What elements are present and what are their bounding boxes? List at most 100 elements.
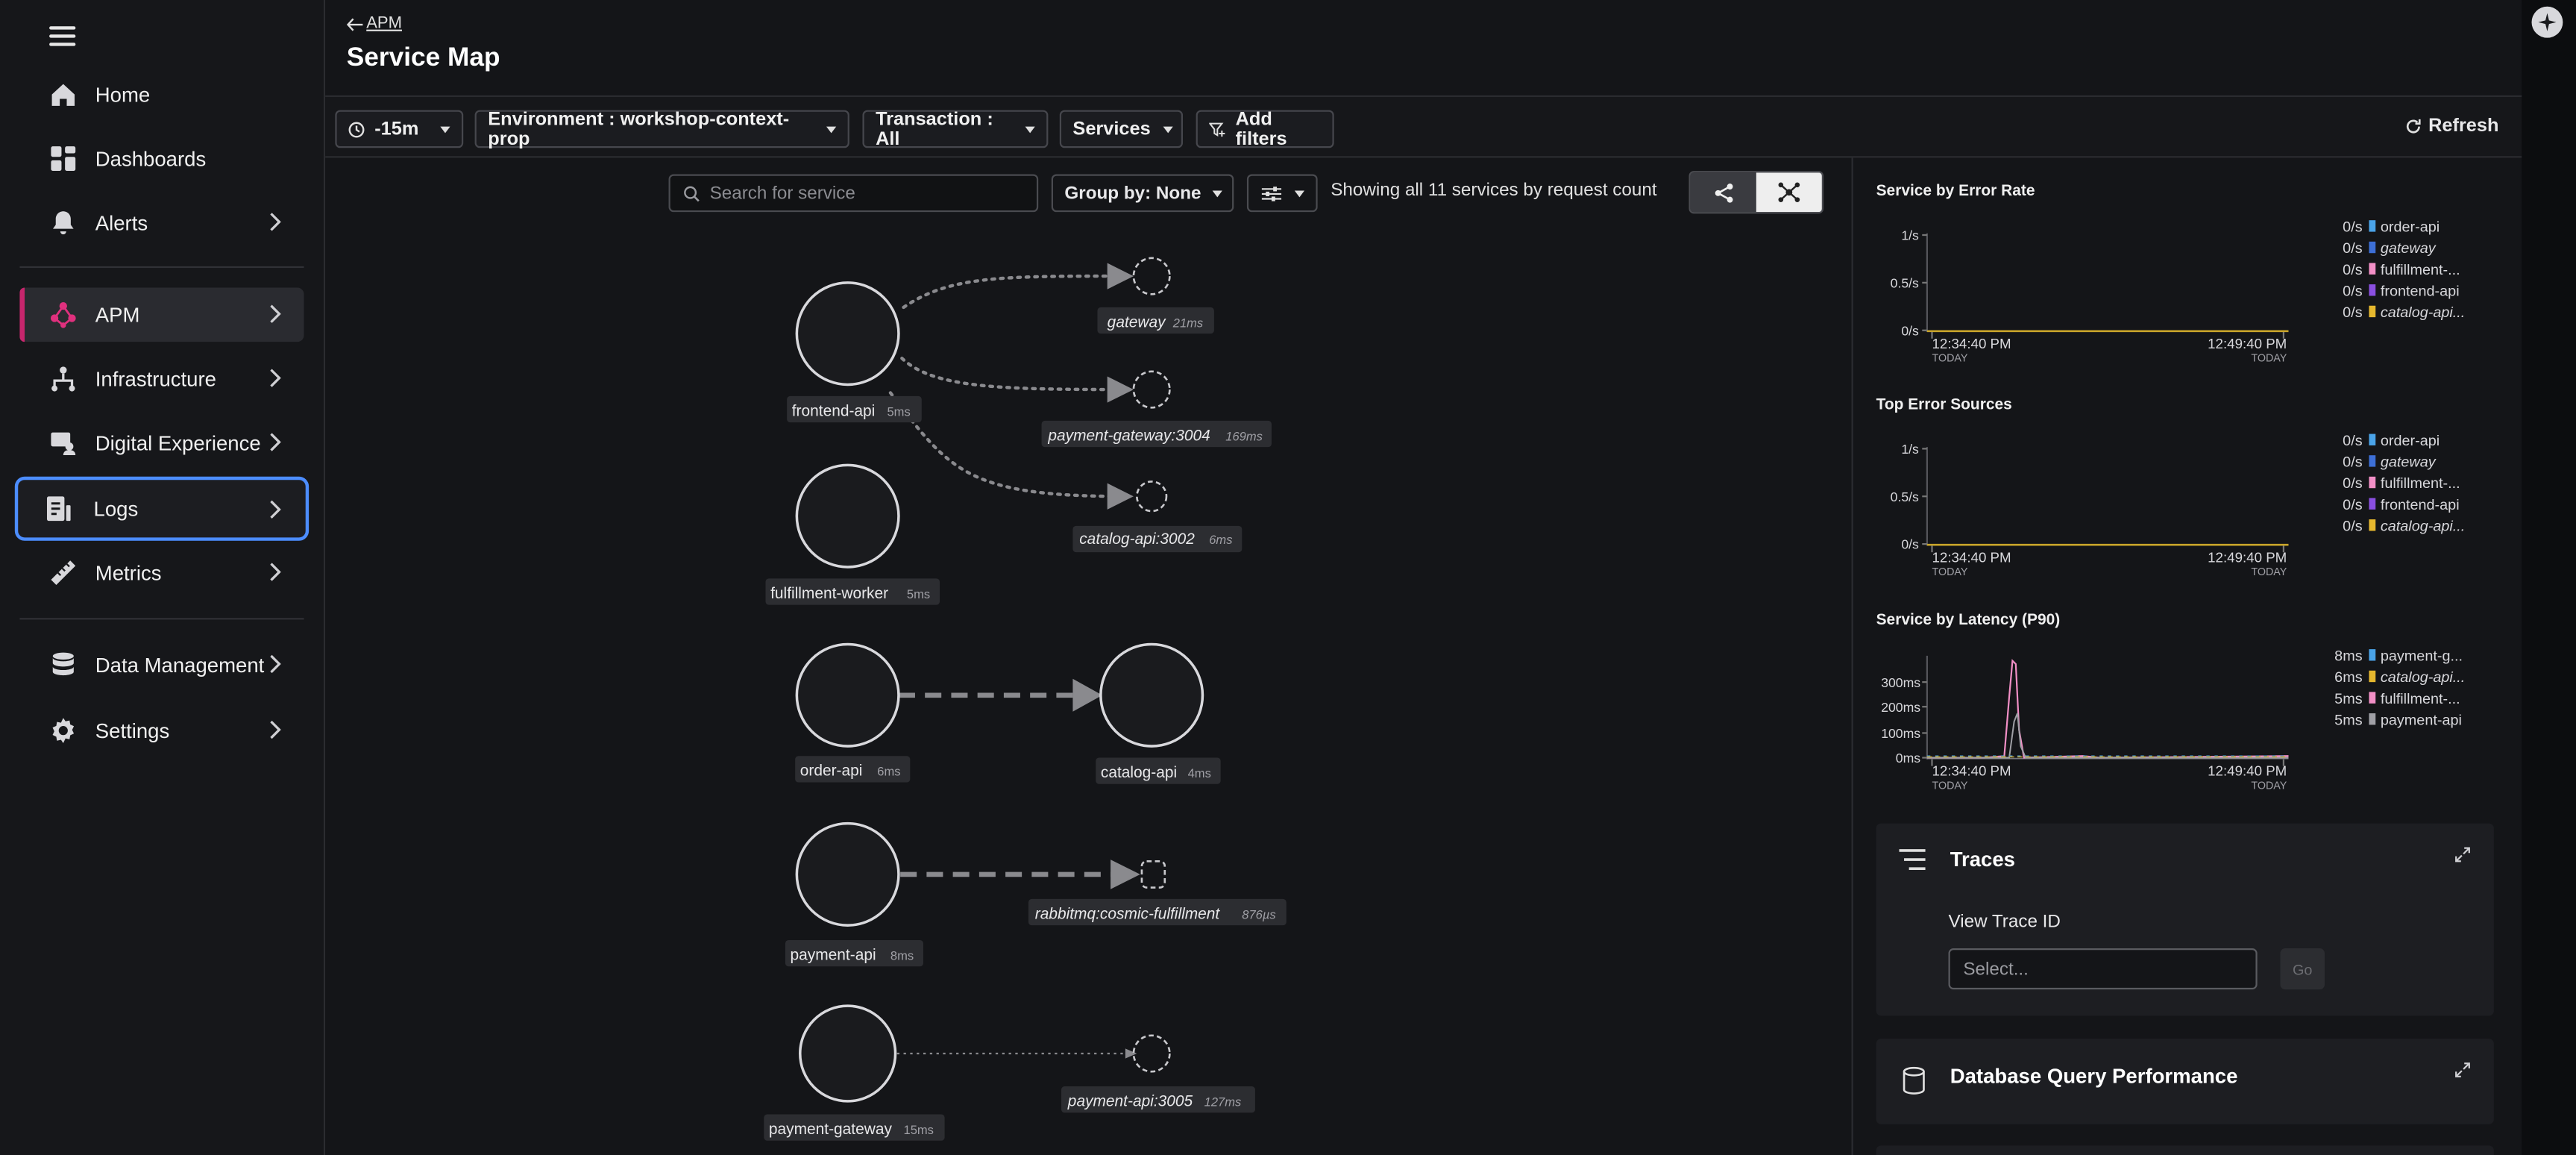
database-query-card: Database Query Performance <box>1876 1039 2494 1124</box>
sidebar-item-settings[interactable]: Settings <box>19 704 304 758</box>
time-range-label: -15m <box>374 119 419 140</box>
ai-assistant-button[interactable] <box>2531 6 2563 38</box>
go-button[interactable]: Go <box>2280 948 2325 990</box>
service-node-fulfillment-worker[interactable]: fulfillment-worker 5ms <box>765 463 940 605</box>
edge-frontend-api-payment-gateway <box>900 357 1125 392</box>
transaction-label: Transaction : All <box>876 109 993 149</box>
x-tick: 12:49:40 PM <box>2208 549 2287 565</box>
expand-icon[interactable] <box>2454 1062 2471 1078</box>
service-name: payment-api:3005 <box>1067 1092 1193 1109</box>
service-map-canvas[interactable]: Search for service Group by: None Showin… <box>325 157 1850 1155</box>
legend-label: payment-g... <box>2381 648 2463 665</box>
divider <box>19 266 304 269</box>
sidebar-item-label: Infrastructure <box>95 367 216 391</box>
expand-icon[interactable] <box>2454 846 2471 863</box>
latency-chart: 300ms 200ms 100ms 0ms 12:34:40 PM TODAY … <box>1881 648 2465 792</box>
assistant-strip <box>2522 0 2576 1155</box>
legend-swatch <box>2369 284 2376 296</box>
legend-label: gateway <box>2381 454 2437 471</box>
error-sources-title: Top Error Sources <box>1876 395 2012 415</box>
legend-label: catalog-api... <box>2381 519 2465 535</box>
sidebar-item-digital-experience[interactable]: Digital Experience <box>19 416 304 470</box>
services-filter[interactable]: Services <box>1059 110 1184 148</box>
legend-label: catalog-api... <box>2381 669 2465 686</box>
sidebar-item-label: Home <box>95 83 151 107</box>
digital-experience-icon <box>51 432 76 456</box>
service-node-order-api[interactable]: order-api 6ms <box>795 642 911 783</box>
legend-label: gateway <box>2381 240 2437 257</box>
main-content: APM Service Map -15m Environment : works… <box>325 0 2522 1155</box>
x-tick-day: TODAY <box>2251 566 2287 578</box>
service-node-payment-api[interactable]: payment-api 8ms <box>785 821 923 967</box>
sidebar-item-alerts[interactable]: Alerts <box>19 195 304 250</box>
legend-value: 0/s <box>2343 433 2363 449</box>
service-latency: 169ms <box>1225 429 1263 443</box>
trace-id-placeholder: Select... <box>1963 959 2029 979</box>
sidebar-item-logs[interactable]: Logs <box>14 476 310 541</box>
sidebar-item-infrastructure[interactable]: Infrastructure <box>19 351 304 406</box>
sidebar-item-dashboards[interactable]: Dashboards <box>19 131 304 186</box>
service-node-payment-gateway[interactable]: payment-gateway 15ms <box>764 1004 945 1141</box>
back-link-label: APM <box>366 14 402 34</box>
transaction-filter[interactable]: Transaction : All <box>862 109 1049 149</box>
legend-value: 8ms <box>2334 648 2363 665</box>
legend-swatch <box>2369 220 2376 232</box>
arrowhead <box>1107 376 1134 403</box>
legend-label: frontend-api <box>2381 284 2460 300</box>
trace-id-input[interactable]: Select... <box>1948 948 2258 990</box>
service-latency: 5ms <box>888 404 911 419</box>
legend-swatch <box>2369 713 2376 725</box>
sidebar-item-metrics[interactable]: Metrics <box>19 545 304 600</box>
external-node-payment-api-3005[interactable]: payment-api:3005 127ms <box>1061 1034 1255 1113</box>
arrowhead <box>1072 678 1103 712</box>
legend-swatch <box>2369 241 2376 254</box>
filter-add-icon <box>1209 122 1225 136</box>
chart-legend: 8ms payment-g... 6ms catalog-api... 5ms fulfi… <box>2334 648 2465 729</box>
service-node-catalog-api[interactable]: catalog-api 4ms <box>1096 642 1221 784</box>
infrastructure-icon <box>51 366 75 392</box>
x-tick: 12:34:40 PM <box>1932 763 2011 779</box>
chevron-right-icon <box>270 213 281 231</box>
sidebar-item-home[interactable]: Home <box>19 67 304 122</box>
environment-filter[interactable]: Environment : workshop-context-prop <box>474 109 849 148</box>
time-range-button[interactable]: -15m <box>335 110 464 148</box>
x-tick: 12:34:40 PM <box>1932 549 2011 565</box>
refresh-button[interactable]: Refresh <box>2405 116 2498 137</box>
legend-label: fulfillment-... <box>2381 262 2460 278</box>
back-link[interactable]: APM <box>346 14 402 34</box>
error-sources-chart: 1/s 0.5/s 0/s 12:34:40 PM TODAY 12:49:40… <box>1891 433 2466 578</box>
x-tick: 12:34:40 PM <box>1932 336 2011 351</box>
legend-swatch <box>2369 498 2376 510</box>
home-icon <box>51 84 75 106</box>
arrowhead <box>1125 1048 1137 1059</box>
sidebar-item-label: Settings <box>95 719 170 742</box>
add-filters-button[interactable]: Add filters <box>1196 109 1334 148</box>
y-tick: 1/s <box>1901 442 1919 457</box>
external-node-catalog-api-3002[interactable]: catalog-api:3002 6ms <box>1072 481 1243 553</box>
go-label: Go <box>2292 960 2313 977</box>
external-node-payment-gateway-3004[interactable]: payment-gateway:3004 169ms <box>1041 370 1272 448</box>
legend-value: 0/s <box>2343 304 2363 321</box>
x-tick-day: TODAY <box>1932 353 1967 365</box>
legend-label: catalog-api... <box>2381 304 2465 321</box>
chevron-right-icon <box>270 563 281 581</box>
series-line <box>1926 659 2289 759</box>
legend-value: 0/s <box>2343 475 2363 492</box>
chevron-right-icon <box>270 654 281 674</box>
chevron-right-icon <box>270 433 281 451</box>
sidebar-item-data-management[interactable]: Data Management <box>19 638 304 692</box>
service-latency: 21ms <box>1172 316 1203 330</box>
menu-icon[interactable] <box>49 22 76 48</box>
arrowhead <box>1110 860 1140 889</box>
series-line <box>1926 713 2289 759</box>
legend-swatch <box>2369 305 2376 318</box>
service-node-frontend-api[interactable]: frontend-api 5ms <box>787 281 922 423</box>
legend-value: 6ms <box>2334 669 2363 686</box>
sidebar-item-apm[interactable]: APM <box>19 287 304 342</box>
y-tick: 0/s <box>1901 323 1919 338</box>
chart-legend: 0/s order-api 0/s gateway 0/s fulfillment-...… <box>2343 433 2465 535</box>
external-node-rabbitmq[interactable]: rabbitmq:cosmic-fulfillment 876µs <box>1028 860 1287 926</box>
arrowhead <box>1107 263 1134 289</box>
legend-value: 5ms <box>2334 691 2363 707</box>
y-tick: 1/s <box>1901 228 1919 243</box>
